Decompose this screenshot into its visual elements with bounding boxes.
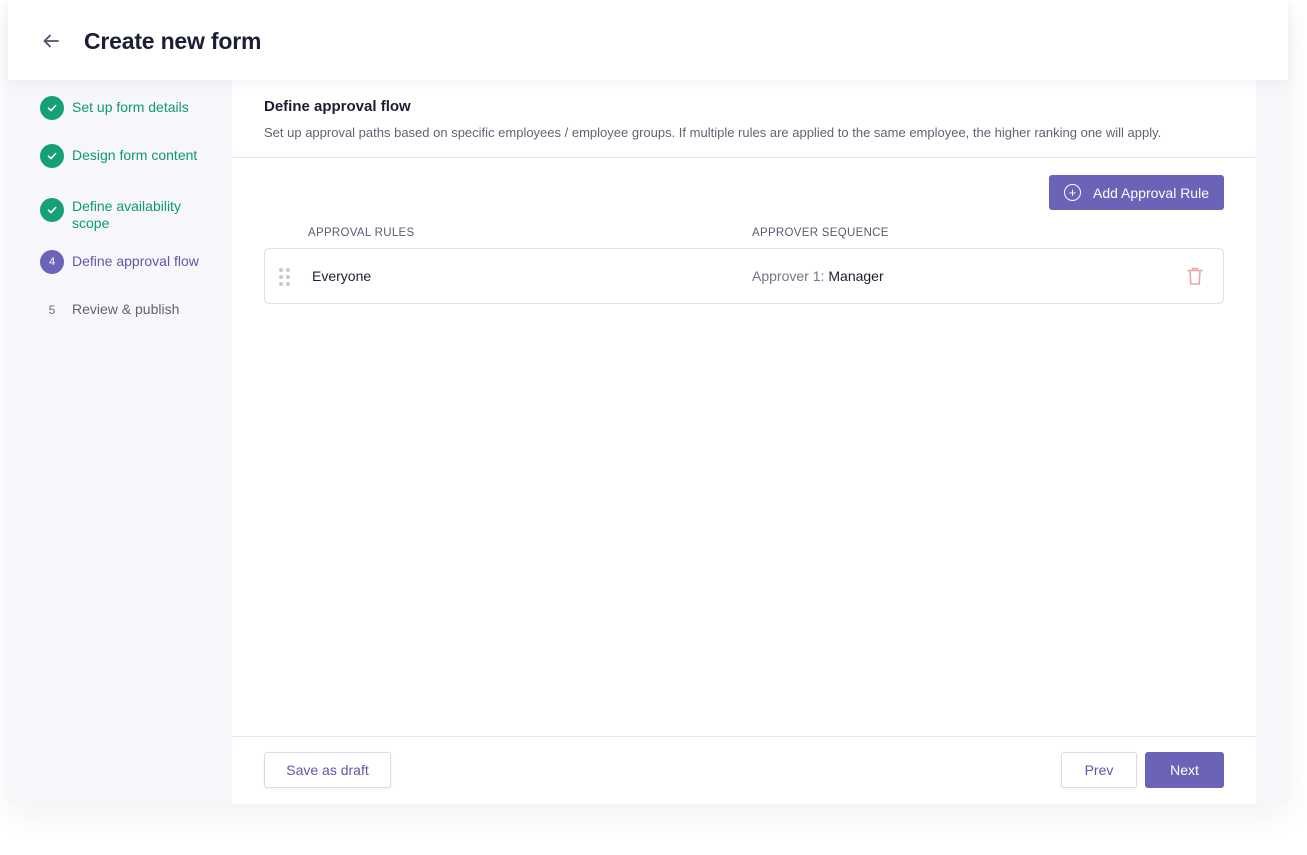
stepper-sidebar: Set up form details Design form content … [8, 80, 232, 804]
step-label: Review & publish [72, 301, 180, 317]
step-label: Design form content [72, 147, 198, 163]
step-number-badge: 5 [48, 303, 56, 317]
step-number-badge: 4 [40, 250, 64, 274]
section-description: Set up approval paths based on specific … [264, 125, 1162, 140]
step-label: Define approval flow [72, 253, 199, 269]
step-design-form-content[interactable]: Design form content [40, 144, 202, 168]
approval-rule-row[interactable]: Everyone Approver 1: Manager [264, 248, 1224, 304]
prev-button[interactable]: Prev [1061, 752, 1137, 788]
rule-name: Everyone [312, 268, 372, 284]
check-icon [40, 96, 64, 120]
drag-handle-icon[interactable] [279, 268, 291, 286]
divider [232, 157, 1256, 158]
step-define-availability-scope[interactable]: Define availability scope [40, 198, 202, 232]
plus-circle-icon: + [1064, 184, 1082, 201]
column-header-approver-sequence: APPROVER SEQUENCE [752, 227, 889, 239]
add-approval-rule-label: Add Approval Rule [1093, 184, 1209, 201]
save-as-draft-button[interactable]: Save as draft [264, 752, 391, 788]
step-label: Set up form details [72, 99, 189, 115]
delete-rule-button[interactable] [1186, 266, 1206, 288]
trash-icon [1187, 267, 1203, 285]
check-icon [40, 198, 64, 222]
add-approval-rule-button[interactable]: + Add Approval Rule [1049, 175, 1224, 210]
approver-sequence: Approver 1: Manager [752, 268, 884, 284]
step-set-up-form-details[interactable]: Set up form details [40, 96, 202, 120]
check-icon [40, 144, 64, 168]
page-header: Create new form [8, 0, 1288, 80]
back-button[interactable] [38, 28, 64, 54]
section-title: Define approval flow [264, 98, 411, 115]
approver-value: Manager [828, 268, 884, 284]
next-button[interactable]: Next [1145, 752, 1224, 788]
step-define-approval-flow[interactable]: 4 Define approval flow [40, 250, 202, 274]
page-title: Create new form [84, 28, 262, 54]
step-label: Define availability scope [72, 198, 181, 231]
step-review-publish[interactable]: 5 Review & publish [40, 298, 202, 322]
arrow-left-icon [43, 34, 59, 48]
approver-key: Approver 1: [752, 268, 825, 284]
main-panel: Define approval flow Set up approval pat… [232, 80, 1256, 804]
column-header-approval-rules: APPROVAL RULES [308, 227, 415, 239]
divider [232, 736, 1256, 737]
app-window: Create new form Set up form details Desi… [8, 0, 1288, 804]
